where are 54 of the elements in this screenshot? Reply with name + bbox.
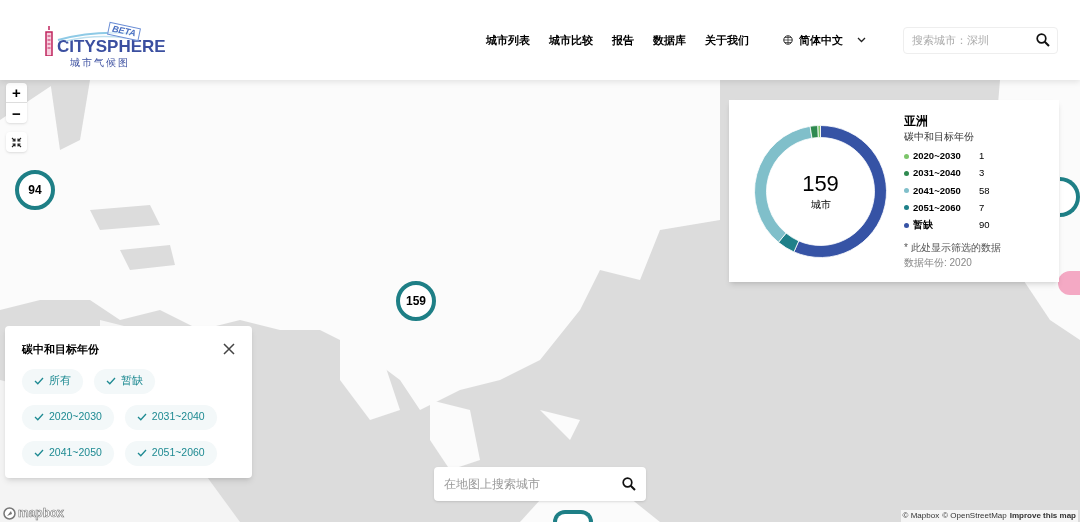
nav-link[interactable]: 关于我们: [705, 31, 749, 49]
improve-map-link[interactable]: Improve this map: [1009, 510, 1076, 522]
check-icon: [106, 377, 116, 385]
legend-label: 暂缺: [913, 218, 934, 232]
filter-chip[interactable]: 2031~2040: [124, 404, 217, 430]
search-field[interactable]: 搜索城市：深圳: [903, 26, 1058, 54]
logo-subtitle: 城市气候图: [70, 57, 130, 68]
chart-subtitle: 碳中和目标年份: [904, 130, 974, 144]
search-icon: [1036, 32, 1050, 47]
total-label: 城市: [810, 197, 831, 212]
legend-value: 1: [979, 149, 985, 163]
close-button[interactable]: [223, 343, 235, 356]
nav-link[interactable]: 数据库: [653, 31, 686, 49]
legend-label: 2031~2040: [913, 166, 962, 181]
check-icon: [34, 449, 44, 457]
legend-value: 3: [979, 166, 985, 181]
close-icon: [223, 343, 235, 356]
total-count: 159: [802, 170, 839, 197]
collapse-icon: [11, 136, 22, 148]
legend-label: 2020~2030: [913, 149, 962, 163]
check-icon: [34, 377, 44, 385]
globe-icon: [783, 35, 793, 45]
check-icon: [136, 413, 147, 421]
legend-value: 58: [979, 183, 990, 198]
filter-chip[interactable]: 所有: [22, 368, 83, 394]
check-icon: [136, 449, 147, 457]
check-icon: [34, 413, 44, 421]
filter-chip[interactable]: 2051~2060: [124, 440, 217, 466]
nav-link[interactable]: 报告: [612, 31, 634, 49]
attribution-link[interactable]: © OpenStreetMap: [942, 510, 1007, 522]
panel-title: 碳中和目标年份: [22, 342, 99, 357]
data-year: 数据年份: 2020: [904, 256, 972, 271]
fullscreen-button[interactable]: [6, 132, 27, 152]
language-selector[interactable]: 简体中文: [783, 31, 866, 49]
tower-icon: [44, 26, 54, 56]
nav-link[interactable]: 城市比较: [549, 31, 593, 49]
search-icon: [622, 477, 636, 491]
legend-label: 2041~2050: [913, 183, 962, 198]
note-text: * 此处显示筛选的数据: [904, 241, 1001, 256]
zoom-in-button[interactable]: +: [6, 83, 27, 103]
filter-chip[interactable]: 2020~2030: [22, 404, 114, 430]
mapbox-logo[interactable]: mapbox: [18, 504, 64, 522]
legend-value: 7: [979, 200, 985, 215]
map-search-field[interactable]: 在地图上搜索城市: [434, 467, 646, 501]
attribution-link[interactable]: © Mapbox: [902, 510, 940, 522]
legend-label: 2051~2060: [913, 200, 962, 215]
zoom-out-button[interactable]: −: [6, 103, 27, 123]
mapbox-logo-icon: [3, 506, 16, 520]
filter-chip[interactable]: 2041~2050: [22, 440, 114, 466]
filter-chip[interactable]: 暂缺: [94, 368, 155, 394]
legend-value: 90: [979, 218, 990, 232]
nav-link[interactable]: 城市列表: [486, 31, 530, 49]
chevron-down-icon: [857, 37, 866, 43]
region-title: 亚洲: [904, 114, 928, 129]
